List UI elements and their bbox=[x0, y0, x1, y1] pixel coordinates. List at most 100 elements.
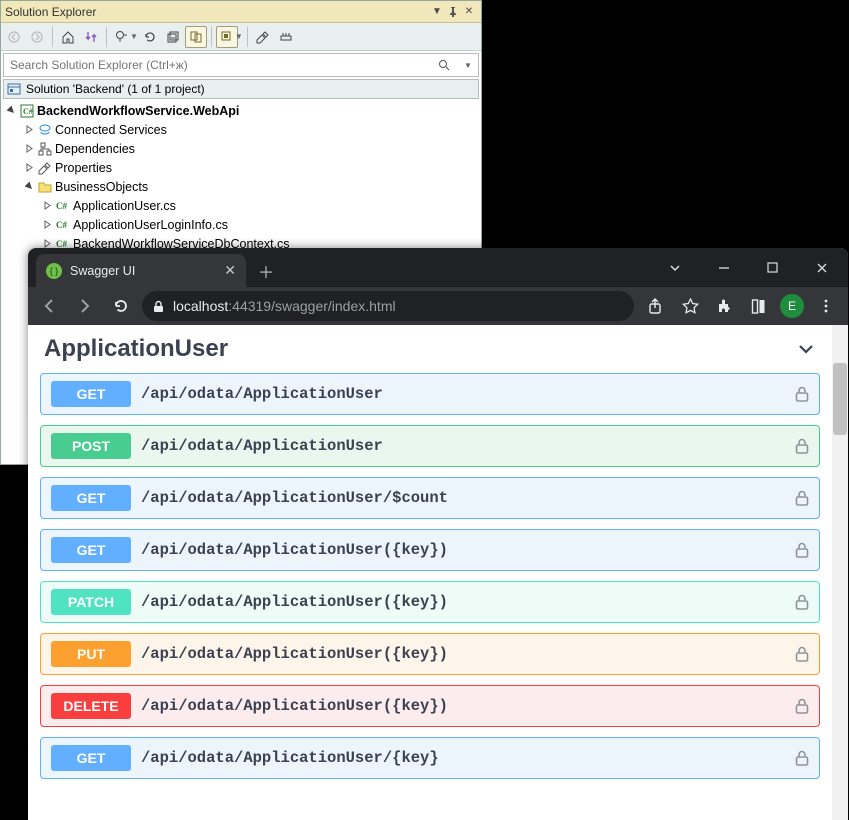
operation-row[interactable]: GET/api/odata/ApplicationUser/{key} bbox=[40, 737, 820, 779]
page-scroll: ApplicationUser GET/api/odata/Applicatio… bbox=[28, 325, 832, 820]
operation-row[interactable]: DELETE/api/odata/ApplicationUser({key}) bbox=[40, 685, 820, 727]
operation-row[interactable]: PUT/api/odata/ApplicationUser({key}) bbox=[40, 633, 820, 675]
kebab-menu-icon[interactable] bbox=[810, 291, 842, 321]
close-icon[interactable]: ✕ bbox=[461, 4, 477, 20]
expander-closed-icon[interactable] bbox=[41, 219, 53, 231]
separator bbox=[211, 27, 212, 47]
dropdown-caret-icon[interactable]: ▼ bbox=[235, 32, 243, 41]
window-controls bbox=[652, 248, 848, 287]
http-method-badge: DELETE bbox=[51, 693, 131, 719]
close-icon[interactable] bbox=[799, 253, 844, 283]
operation-path: /api/odata/ApplicationUser({key}) bbox=[141, 645, 448, 663]
solution-line[interactable]: Solution 'Backend' (1 of 1 project) bbox=[3, 79, 479, 99]
lock-icon[interactable] bbox=[795, 490, 809, 506]
url-host: localhost bbox=[173, 298, 228, 314]
project-label: BackendWorkflowService.WebApi bbox=[37, 104, 239, 118]
http-method-badge: GET bbox=[51, 381, 131, 407]
expander-open-icon[interactable] bbox=[5, 105, 17, 117]
profile-avatar[interactable]: E bbox=[776, 291, 808, 321]
minimize-icon[interactable] bbox=[701, 253, 746, 283]
separator bbox=[106, 27, 107, 47]
solution-search[interactable]: ▼ bbox=[3, 53, 479, 77]
expander-closed-icon[interactable] bbox=[41, 200, 53, 212]
svg-text:C#: C# bbox=[23, 107, 33, 116]
scrollbar-track[interactable] bbox=[832, 325, 848, 820]
tree-node-dependencies[interactable]: Dependencies bbox=[3, 139, 479, 158]
tree-node-properties[interactable]: Properties bbox=[3, 158, 479, 177]
dropdown-caret-icon[interactable]: ▼ bbox=[130, 32, 138, 41]
tree-file-applicationuser[interactable]: C# ApplicationUser.cs bbox=[3, 196, 479, 215]
reading-list-icon[interactable] bbox=[742, 291, 774, 321]
lock-icon[interactable] bbox=[795, 594, 809, 610]
expander-open-icon[interactable] bbox=[23, 181, 35, 193]
properties-icon[interactable] bbox=[252, 26, 274, 48]
collapse-all-icon[interactable] bbox=[162, 26, 184, 48]
extensions-icon[interactable] bbox=[708, 291, 740, 321]
lock-icon[interactable] bbox=[152, 300, 165, 313]
switch-views-icon[interactable] bbox=[80, 26, 102, 48]
operation-path: /api/odata/ApplicationUser({key}) bbox=[141, 593, 448, 611]
chevron-down-icon[interactable] bbox=[796, 339, 816, 359]
nav-back-icon[interactable] bbox=[34, 291, 64, 321]
solution-tree: C# BackendWorkflowService.WebApi Connect… bbox=[1, 99, 481, 255]
project-node[interactable]: C# BackendWorkflowService.WebApi bbox=[3, 101, 479, 120]
svg-text:C#: C# bbox=[56, 239, 67, 249]
lock-icon[interactable] bbox=[795, 698, 809, 714]
expander-closed-icon[interactable] bbox=[23, 143, 35, 155]
dependencies-icon bbox=[37, 141, 53, 157]
star-icon[interactable] bbox=[674, 291, 706, 321]
forward-icon[interactable] bbox=[26, 26, 48, 48]
operation-row[interactable]: GET/api/odata/ApplicationUser bbox=[40, 373, 820, 415]
http-method-badge: GET bbox=[51, 745, 131, 771]
maximize-icon[interactable] bbox=[750, 253, 795, 283]
show-all-files-icon[interactable] bbox=[185, 26, 207, 48]
svg-text:C#: C# bbox=[56, 220, 67, 230]
refresh-icon[interactable] bbox=[139, 26, 161, 48]
home-icon[interactable] bbox=[57, 26, 79, 48]
view-code-icon[interactable] bbox=[275, 26, 297, 48]
operation-row[interactable]: PATCH/api/odata/ApplicationUser({key}) bbox=[40, 581, 820, 623]
lock-icon[interactable] bbox=[795, 750, 809, 766]
browser-window: { } Swagger UI ✕ ＋ bbox=[28, 248, 848, 820]
avatar-letter: E bbox=[780, 294, 804, 318]
tree-node-connected[interactable]: Connected Services bbox=[3, 120, 479, 139]
http-method-badge: GET bbox=[51, 537, 131, 563]
expander-closed-icon[interactable] bbox=[23, 162, 35, 174]
lock-icon[interactable] bbox=[795, 438, 809, 454]
swagger-section-header[interactable]: ApplicationUser bbox=[40, 329, 820, 373]
swagger-favicon-icon: { } bbox=[46, 263, 62, 279]
nav-forward-icon[interactable] bbox=[70, 291, 100, 321]
back-icon[interactable] bbox=[3, 26, 25, 48]
operation-path: /api/odata/ApplicationUser/{key} bbox=[141, 749, 439, 767]
expander-closed-icon[interactable] bbox=[23, 124, 35, 136]
http-method-badge: GET bbox=[51, 485, 131, 511]
operation-path: /api/odata/ApplicationUser bbox=[141, 437, 383, 455]
search-icon[interactable] bbox=[438, 59, 458, 71]
solution-search-input[interactable] bbox=[4, 56, 438, 74]
solution-explorer-title: Solution Explorer bbox=[5, 5, 429, 19]
operations-list: GET/api/odata/ApplicationUserPOST/api/od… bbox=[40, 373, 820, 779]
chevron-down-icon[interactable] bbox=[652, 253, 697, 283]
tab-close-icon[interactable]: ✕ bbox=[224, 262, 236, 279]
page-content: ApplicationUser GET/api/odata/Applicatio… bbox=[28, 325, 848, 820]
csproj-icon: C# bbox=[19, 103, 35, 119]
http-method-badge: POST bbox=[51, 433, 131, 459]
tree-node-businessobjects[interactable]: BusinessObjects bbox=[3, 177, 479, 196]
new-tab-button[interactable]: ＋ bbox=[252, 257, 280, 285]
lock-icon[interactable] bbox=[795, 386, 809, 402]
share-icon[interactable] bbox=[640, 291, 672, 321]
operation-row[interactable]: GET/api/odata/ApplicationUser/$count bbox=[40, 477, 820, 519]
lock-icon[interactable] bbox=[795, 542, 809, 558]
tree-file-logininfo[interactable]: C# ApplicationUserLoginInfo.cs bbox=[3, 215, 479, 234]
browser-tab[interactable]: { } Swagger UI ✕ bbox=[36, 254, 246, 287]
dropdown-caret-icon[interactable]: ▼ bbox=[458, 61, 478, 70]
dropdown-icon[interactable]: ▼ bbox=[429, 4, 445, 20]
section-title: ApplicationUser bbox=[44, 335, 228, 363]
lock-icon[interactable] bbox=[795, 646, 809, 662]
reload-icon[interactable] bbox=[106, 291, 136, 321]
pin-icon[interactable] bbox=[445, 4, 461, 20]
url-bar[interactable]: localhost:44319/swagger/index.html bbox=[142, 291, 634, 321]
scrollbar-thumb[interactable] bbox=[833, 363, 847, 435]
operation-row[interactable]: GET/api/odata/ApplicationUser({key}) bbox=[40, 529, 820, 571]
operation-row[interactable]: POST/api/odata/ApplicationUser bbox=[40, 425, 820, 467]
